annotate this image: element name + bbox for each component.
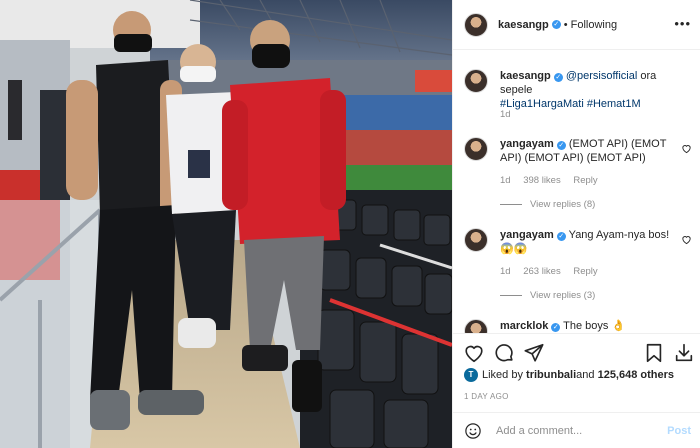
comment-username[interactable]: yangayam bbox=[500, 229, 554, 241]
likes-count[interactable]: 125,648 others bbox=[598, 369, 674, 381]
comment-like-heart-icon[interactable] bbox=[681, 234, 692, 245]
comment-reply-button[interactable]: Reply bbox=[573, 266, 597, 277]
comment-item: marcklok ✓ The boys 👌 bbox=[464, 319, 692, 333]
comment-icon[interactable] bbox=[493, 342, 515, 364]
view-replies-label: View replies (3) bbox=[530, 290, 596, 301]
caption-hashtags[interactable]: #Liga1HargaMati #Hemat1M bbox=[500, 98, 641, 110]
download-icon[interactable] bbox=[673, 342, 695, 364]
comment-meta: 1d 398 likes Reply bbox=[500, 175, 608, 186]
post-panel: kaesangp ✓ • Following ••• kaesangp ✓ @pe… bbox=[452, 0, 700, 448]
comment-likes[interactable]: 398 likes bbox=[523, 175, 561, 186]
author-avatar[interactable] bbox=[464, 12, 488, 37]
caption-row: kaesangp ✓ @persisofficial ora sepele #Li… bbox=[464, 69, 692, 139]
comment-likes[interactable]: 263 likes bbox=[523, 266, 561, 277]
verified-badge-icon: ✓ bbox=[556, 232, 566, 241]
comments-list[interactable]: kaesangp ✓ @persisofficial ora sepele #Li… bbox=[453, 51, 700, 333]
action-bar bbox=[453, 333, 700, 371]
post-timestamp[interactable]: 1 DAY AGO bbox=[464, 392, 509, 401]
verified-badge-icon: ✓ bbox=[551, 20, 561, 29]
add-comment-bar: Add a comment... Post bbox=[453, 412, 700, 448]
comment-body: marcklok ✓ The boys 👌 bbox=[500, 319, 670, 333]
comment-meta: 1d 263 likes Reply bbox=[500, 266, 608, 277]
comment-avatar[interactable] bbox=[464, 137, 488, 161]
comment-reply-button[interactable]: Reply bbox=[573, 175, 597, 186]
caption-username[interactable]: kaesangp bbox=[500, 70, 551, 82]
comment-time[interactable]: 1d bbox=[500, 175, 511, 186]
caption-avatar[interactable] bbox=[464, 69, 488, 93]
comment-input[interactable]: Add a comment... bbox=[496, 425, 582, 437]
more-horizontal-icon[interactable]: ••• bbox=[674, 17, 691, 30]
caption-time[interactable]: 1d bbox=[500, 109, 511, 120]
comment-avatar[interactable] bbox=[464, 319, 488, 333]
comment-body: yangayam ✓ (EMOT API) (EMOT API) (EMOT AP… bbox=[500, 137, 670, 165]
first-liker[interactable]: tribunbali bbox=[526, 369, 576, 381]
heart-icon[interactable] bbox=[463, 342, 485, 364]
caption-meta: 1d bbox=[500, 109, 521, 120]
view-replies-line bbox=[500, 204, 522, 205]
comment-body: yangayam ✓ Yang Ayam-nya bos!😱😱 bbox=[500, 228, 670, 256]
comment-text: The boys 👌 bbox=[563, 320, 626, 332]
caption-mention[interactable]: @persisofficial bbox=[566, 70, 638, 82]
stadium-photo bbox=[0, 0, 452, 448]
view-replies-line bbox=[500, 295, 522, 296]
follow-button[interactable]: Following bbox=[571, 19, 617, 31]
author-username[interactable]: kaesangp bbox=[498, 19, 549, 31]
verified-badge-icon: ✓ bbox=[553, 73, 563, 82]
comment-time[interactable]: 1d bbox=[500, 266, 511, 277]
send-icon[interactable] bbox=[523, 342, 545, 364]
comment-username[interactable]: yangayam bbox=[500, 138, 554, 150]
comment-avatar[interactable] bbox=[464, 228, 488, 252]
liker-avatar[interactable]: T bbox=[464, 368, 478, 382]
bookmark-icon[interactable] bbox=[643, 342, 665, 364]
comment-username[interactable]: marcklok bbox=[500, 320, 548, 332]
view-replies-button[interactable]: View replies (8) bbox=[500, 199, 595, 210]
post-photo[interactable] bbox=[0, 0, 452, 448]
likes-prefix: Liked by bbox=[482, 369, 523, 381]
post-comment-button[interactable]: Post bbox=[667, 425, 691, 437]
comment-item: yangayam ✓ (EMOT API) (EMOT API) (EMOT AP… bbox=[464, 137, 692, 217]
view-replies-label: View replies (8) bbox=[530, 199, 596, 210]
verified-badge-icon: ✓ bbox=[556, 141, 566, 150]
caption-body: kaesangp ✓ @persisofficial ora sepele #Li… bbox=[500, 69, 670, 111]
comment-item: yangayam ✓ Yang Ayam-nya bos!😱😱 1d 263 li… bbox=[464, 228, 692, 308]
header-separator: • bbox=[563, 18, 568, 31]
likes-middle: and bbox=[576, 369, 595, 381]
comment-like-heart-icon[interactable] bbox=[681, 143, 692, 154]
view-replies-button[interactable]: View replies (3) bbox=[500, 290, 595, 301]
emoji-icon[interactable] bbox=[464, 422, 482, 440]
verified-badge-icon: ✓ bbox=[551, 323, 561, 332]
post-header: kaesangp ✓ • Following ••• bbox=[453, 0, 700, 50]
likes-summary: T Liked by tribunbali and 125,648 others bbox=[464, 368, 674, 382]
